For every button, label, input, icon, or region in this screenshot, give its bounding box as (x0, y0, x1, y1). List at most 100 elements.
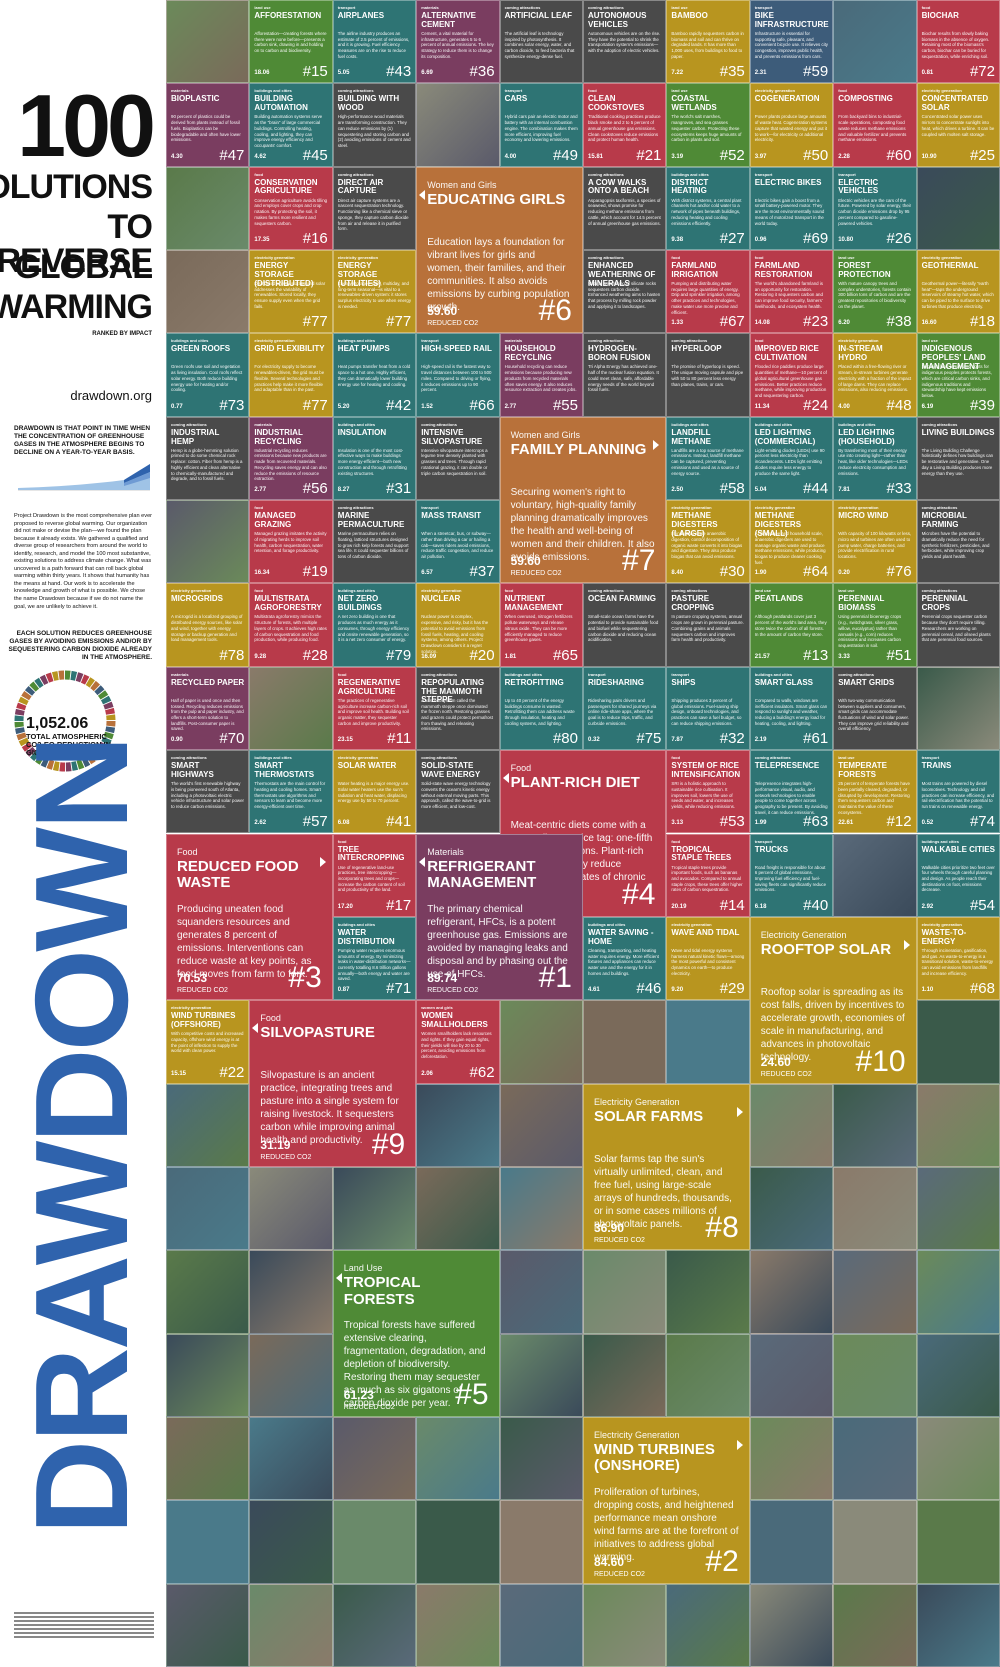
solution-tile[interactable]: electricity generation GEOTHERMAL Geotherm… (916, 250, 1000, 334)
solution-tile[interactable]: buildings and cities LED LIGHTING (HOUSEH… (833, 416, 917, 501)
solution-tile[interactable]: food CLEAN COOKSTOVES Traditional cooking … (583, 83, 667, 167)
solution-tile[interactable]: transport CARS Hybrid cars pair an electri… (499, 83, 583, 167)
solution-tile[interactable]: land use INDIGENOUS PEOPLES' LAND MANAGEM… (916, 333, 1000, 417)
solution-tile[interactable]: buildings and cities WALKABLE CITIES Walka… (916, 833, 1000, 917)
solution-tile[interactable]: coming attractions PASTURE CROPPING In pas… (666, 583, 750, 667)
solution-tile[interactable]: women and girls WOMEN SMALLHOLDERS Women s… (416, 1000, 500, 1084)
solution-tile[interactable]: buildings and cities LED LIGHTING (COMMER… (749, 416, 834, 501)
solution-tile[interactable]: materials RECYCLED PAPER Half of paper is … (166, 666, 250, 751)
site-link[interactable]: drawdown.org (70, 388, 152, 403)
solution-tile[interactable]: buildings and cities NET ZERO BUILDINGS A … (332, 583, 417, 667)
solution-tile[interactable]: electricity generation NUCLEAR Nuclear pow… (416, 583, 500, 667)
solution-tile[interactable]: electricity generation GRID FLEXIBILITY Fo… (249, 333, 333, 417)
solution-tile[interactable]: coming attractions INTENSIVE SILVOPASTURE… (416, 416, 500, 501)
solution-tile[interactable]: transport ELECTRIC VEHICLES Electric vehic… (833, 166, 917, 251)
solution-tile[interactable]: buildings and cities GREEN ROOFS Green roo… (166, 333, 250, 417)
big-solution-tile[interactable]: Women and Girls FAMILY PLANNING Securing w… (499, 416, 667, 584)
solution-tile[interactable]: electricity generation METHANE DIGESTERS … (749, 500, 834, 584)
solution-tile[interactable]: transport TRAINS Most trains are powered b… (916, 750, 1000, 834)
solution-tile[interactable]: coming attractions DIRECT AIR CAPTURE Dire… (332, 166, 417, 251)
solution-tile[interactable]: buildings and cities SMART THERMOSTATS The… (249, 750, 333, 834)
solution-tile[interactable]: coming attractions SMART GRIDS With two-wa… (833, 666, 917, 751)
solution-tile[interactable]: land use AFFORESTATION Afforestation—creat… (249, 0, 333, 84)
solution-tile[interactable]: buildings and cities DISTRICT HEATING With… (666, 166, 750, 251)
solution-tile[interactable]: food FARMLAND IRRIGATION Pumping and distr… (666, 250, 750, 334)
solution-tile[interactable]: electricity generation WAVE AND TIDAL Wave… (666, 916, 750, 1001)
solution-tile[interactable]: buildings and cities LANDFILL METHANE Land… (666, 416, 750, 501)
solution-tile[interactable]: food MANAGED GRAZING Managed grazing imita… (249, 500, 333, 584)
solution-tile[interactable]: food COMPOSTING From backyard bins to indu… (833, 83, 917, 167)
solution-tile[interactable]: food SYSTEM OF RICE INTENSIFICATION SRI is… (666, 750, 750, 834)
solution-tile[interactable]: transport SHIPS Shipping produces 3 percen… (666, 666, 750, 751)
solution-tile[interactable]: electricity generation MICRO WIND With cap… (833, 500, 917, 584)
solution-tile[interactable]: electricity generation IN-STREAM HYDRO Pla… (833, 333, 917, 417)
solution-tile[interactable]: buildings and cities HEAT PUMPS Heat pumps… (332, 333, 417, 417)
solution-tile[interactable]: coming attractions HYDROGEN-BORON FUSION T… (583, 333, 667, 417)
solution-tile[interactable]: electricity generation ENERGY STORAGE (UT… (332, 250, 417, 334)
solution-tile[interactable]: coming attractions INDUSTRIAL HEMP Hemp is… (166, 416, 250, 501)
solution-tile[interactable]: food TREE INTERCROPPING Use of regenerativ… (332, 833, 417, 917)
solution-tile[interactable]: food FARMLAND RESTORATION The world's aban… (749, 250, 834, 334)
big-solution-tile[interactable]: Materials REFRIGERANT MANAGEMENT The prima… (416, 833, 583, 1001)
solution-tile[interactable]: coming attractions MARINE PERMACULTURE Mar… (332, 500, 417, 584)
solution-tile[interactable]: land use TEMPERATE FORESTS 25 percent of t… (833, 750, 917, 834)
solution-tile[interactable]: coming attractions SMART HIGHWAYS The worl… (166, 750, 250, 834)
solution-tile[interactable]: land use COASTAL WETLANDS The world's salt… (666, 83, 750, 167)
big-solution-tile[interactable]: Land Use TROPICAL FORESTS Tropical forests… (332, 1250, 500, 1417)
solution-tile[interactable]: materials ALTERNATIVE CEMENT Cement, a vit… (416, 0, 500, 84)
solution-tile[interactable]: coming attractions AUTONOMOUS VEHICLES Aut… (583, 0, 667, 84)
solution-tile[interactable]: coming attractions BUILDING WITH WOOD High… (332, 83, 417, 167)
solution-tile[interactable]: coming attractions A COW WALKS ONTO A BEA… (583, 166, 667, 251)
solution-tile[interactable]: coming attractions HYPERLOOP The promise o… (666, 333, 750, 417)
solution-tile[interactable]: coming attractions MICROBIAL FARMING Micro… (916, 500, 1000, 584)
solution-tile[interactable]: buildings and cities RETROFITTING Up to 40… (499, 666, 583, 751)
solution-tile[interactable]: transport ELECTRIC BIKES Electric bikes ga… (749, 166, 834, 251)
solution-tile[interactable]: food CONSERVATION AGRICULTURE Conservation… (249, 166, 333, 251)
solution-tile[interactable]: coming attractions PERENNIAL CROPS Perenni… (916, 583, 1000, 667)
solution-tile[interactable]: electricity generation WASTE-TO-ENERGY Thr… (916, 916, 1000, 1001)
solution-tile[interactable]: coming attractions SOLID-STATE WAVE ENERG… (416, 750, 500, 834)
solution-tile[interactable]: electricity generation CONCENTRATED SOLAR… (916, 83, 1000, 167)
solution-tile[interactable]: electricity generation MICROGRIDS A microg… (166, 583, 250, 667)
solution-tile[interactable]: coming attractions OCEAN FARMING Small-sca… (583, 583, 667, 667)
solution-tile[interactable]: food REGENERATIVE AGRICULTURE The practice… (332, 666, 417, 751)
solution-tile[interactable]: food IMPROVED RICE CULTIVATION Flooded ric… (749, 333, 834, 417)
solution-tile[interactable]: electricity generation SOLAR WATER Water h… (332, 750, 417, 834)
solution-tile[interactable]: food MULTISTRATA AGROFORESTRY Multistrata … (249, 583, 333, 667)
solution-tile[interactable]: land use PEATLANDS Although peatlands cove… (749, 583, 834, 667)
solution-tile[interactable]: electricity generation COGENERATION Power … (749, 83, 834, 167)
solution-tile[interactable]: land use PERENNIAL BIOMASS Using perennial… (833, 583, 917, 667)
big-solution-tile[interactable]: Food REDUCED FOOD WASTE Producing uneaten … (166, 833, 333, 1001)
solution-tile[interactable]: coming attractions TELEPRESENCE Telepresen… (749, 750, 834, 834)
solution-tile[interactable]: transport RIDESHARING Ridesharing pairs dr… (583, 666, 667, 751)
solution-tile[interactable]: land use BAMBOO Bamboo rapidly sequesters … (666, 0, 750, 84)
solution-tile[interactable]: buildings and cities WATER SAVING - HOME C… (583, 916, 667, 1001)
solution-tile[interactable]: buildings and cities WATER DISTRIBUTION Pu… (332, 916, 417, 1001)
solution-tile[interactable]: electricity generation METHANE DIGESTERS … (666, 500, 750, 584)
solution-tile[interactable]: coming attractions ENHANCED WEATHERING OF… (583, 250, 667, 334)
solution-tile[interactable]: transport BIKE INFRASTRUCTURE Infrastructu… (749, 0, 834, 84)
solution-tile[interactable]: transport MASS TRANSIT When a streetcar, b… (416, 500, 500, 584)
solution-tile[interactable]: food NUTRIENT MANAGEMENT When overused, ni… (499, 583, 583, 667)
solution-tile[interactable]: transport TRUCKS Road freight is responsib… (749, 833, 834, 917)
solution-tile[interactable]: materials HOUSEHOLD RECYCLING Household re… (499, 333, 583, 417)
solution-tile[interactable]: buildings and cities SMART GLASS Compared … (749, 666, 834, 751)
solution-tile[interactable]: food BIOCHAR Biochar results from slowly b… (916, 0, 1000, 84)
big-solution-tile[interactable]: Electricity Generation ROOFTOP SOLAR Rooft… (749, 916, 917, 1084)
big-solution-tile[interactable]: Women and Girls EDUCATING GIRLS Education … (416, 166, 583, 334)
solution-tile[interactable]: transport HIGH-SPEED RAIL High-speed rail … (416, 333, 500, 417)
solution-tile[interactable]: electricity generation ENERGY STORAGE (DI… (249, 250, 333, 334)
solution-tile[interactable]: buildings and cities BUILDING AUTOMATION B… (249, 83, 333, 167)
solution-tile[interactable]: coming attractions ARTIFICIAL LEAF The art… (499, 0, 583, 84)
solution-tile[interactable]: electricity generation WIND TURBINES (OFF… (166, 1000, 250, 1084)
solution-tile[interactable]: land use FOREST PROTECTION With mature can… (833, 250, 917, 334)
solution-tile[interactable]: coming attractions LIVING BUILDINGS The Li… (916, 416, 1000, 501)
solution-tile[interactable]: buildings and cities INSULATION Insulation… (332, 416, 417, 501)
solution-tile[interactable]: materials INDUSTRIAL RECYCLING Industrial … (249, 416, 333, 501)
solution-tile[interactable]: transport AIRPLANES The airline industry p… (332, 0, 417, 84)
big-solution-tile[interactable]: Electricity Generation WIND TURBINES (ONS… (583, 1416, 750, 1584)
big-solution-tile[interactable]: Electricity Generation SOLAR FARMS Solar f… (583, 1083, 750, 1251)
solution-tile[interactable]: coming attractions REPOPULATING THE MAMMO… (416, 666, 500, 751)
solution-tile[interactable]: materials BIOPLASTIC 90 percent of plastic… (166, 83, 250, 167)
big-solution-tile[interactable]: Food SILVOPASTURE Silvopasture is an ancie… (249, 1000, 417, 1167)
